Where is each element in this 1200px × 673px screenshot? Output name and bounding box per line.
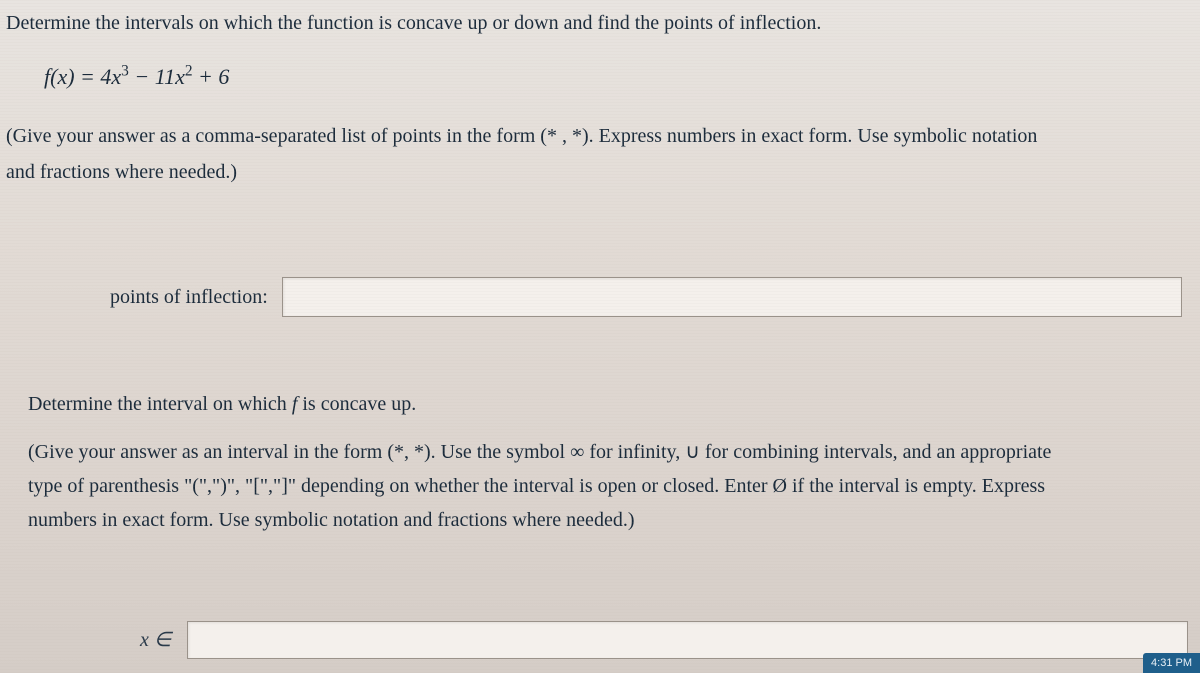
section-2-title: Determine the interval on which f is con… xyxy=(28,389,1194,419)
section-2-title-prefix: Determine the interval on which xyxy=(28,393,292,415)
instructions-1-line1: (Give your answer as a comma-separated l… xyxy=(6,121,1194,151)
taskbar-clock: 4:31 PM xyxy=(1143,653,1200,673)
answer-label-inflection: points of inflection: xyxy=(110,282,268,312)
inflection-input[interactable] xyxy=(282,277,1182,317)
problem-intro: Determine the intervals on which the fun… xyxy=(6,8,1194,38)
equation-text: f(x) = 4x3 − 11x2 + 6 xyxy=(44,64,229,89)
section-2-title-suffix: is concave up. xyxy=(297,393,416,415)
instructions-1-line2: and fractions where needed.) xyxy=(6,157,1194,187)
equation: f(x) = 4x3 − 11x2 + 6 xyxy=(44,60,1194,93)
answer-row-inflection: points of inflection: xyxy=(110,277,1194,317)
instructions-2-line3: numbers in exact form. Use symbolic nota… xyxy=(28,505,1194,535)
answer-row-concave-up: x ∈ xyxy=(70,621,1200,659)
instructions-2-line1: (Give your answer as an interval in the … xyxy=(28,437,1194,467)
answer-label-concave-up: x ∈ xyxy=(140,625,171,655)
concave-up-input[interactable] xyxy=(187,621,1188,659)
instructions-2-line2: type of parenthesis "(",")", "[","]" dep… xyxy=(28,471,1194,501)
